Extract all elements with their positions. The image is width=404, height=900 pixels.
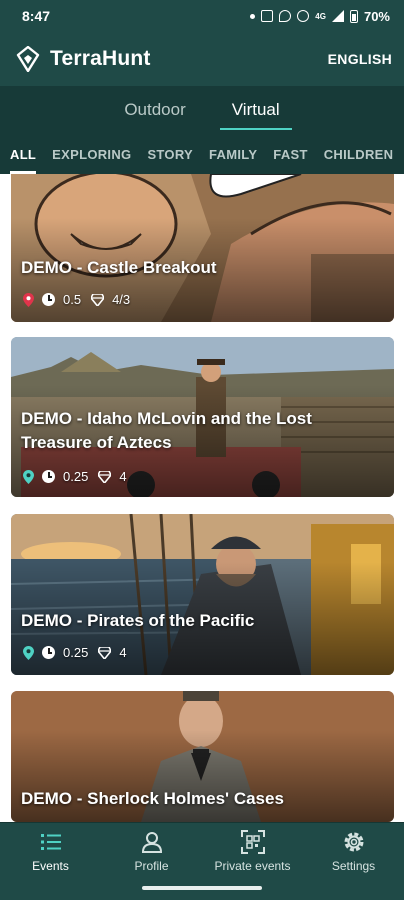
clock-icon — [42, 470, 55, 483]
tab-outdoor-label: Outdoor — [124, 100, 186, 119]
location-pin-icon — [23, 469, 34, 484]
gear-icon — [344, 832, 363, 851]
hotspot-icon — [297, 10, 310, 22]
bottom-navigation: Events Profile Private events Settings — [0, 822, 404, 878]
event-feed[interactable]: DEMO - Castle Breakout 0.5 4/3 DEMO - Id… — [0, 174, 404, 822]
category-tab-story[interactable]: STORY — [139, 134, 201, 174]
clock-icon — [42, 646, 55, 659]
tab-virtual[interactable]: Virtual — [219, 86, 292, 134]
qr-scan-icon — [240, 829, 265, 854]
event-gems: 4 — [119, 469, 127, 484]
event-card-pirates-pacific[interactable]: DEMO - Pirates of the Pacific 0.25 4 — [11, 514, 394, 675]
location-pin-icon — [23, 645, 34, 660]
nav-profile[interactable]: Profile — [101, 829, 202, 873]
event-meta: 0.25 4 — [23, 469, 129, 484]
battery-icon — [349, 9, 358, 23]
category-tab-exploring[interactable]: EXPLORING — [44, 134, 139, 174]
language-button[interactable]: ENGLISH — [328, 51, 392, 67]
category-tabs: ALL EXPLORING STORY FAMILY FAST CHILDREN — [0, 134, 404, 174]
nav-events[interactable]: Events — [0, 829, 101, 873]
profile-icon — [141, 831, 162, 853]
app-name: TerraHunt — [50, 47, 151, 70]
diamond-icon — [98, 646, 112, 659]
clock-icon — [42, 293, 55, 306]
brand: TerraHunt — [16, 46, 151, 72]
event-title: DEMO - Sherlock Holmes' Cases — [21, 789, 284, 808]
category-tab-children[interactable]: CHILDREN — [316, 134, 402, 174]
event-card-castle-breakout[interactable]: DEMO - Castle Breakout 0.5 4/3 — [11, 174, 394, 322]
location-pin-icon — [23, 292, 34, 307]
gesture-bar — [0, 878, 404, 900]
event-duration: 0.25 — [63, 469, 89, 484]
nav-events-label: Events — [32, 858, 69, 873]
event-title: DEMO - Castle Breakout — [21, 258, 217, 277]
nav-profile-label: Profile — [134, 858, 169, 873]
list-icon — [40, 833, 61, 850]
status-bar: 8:47 4G 70% — [0, 0, 404, 32]
event-duration: 0.25 — [63, 645, 89, 660]
nav-private-events[interactable]: Private events — [202, 829, 303, 873]
terrahunt-logo-icon — [16, 46, 40, 72]
notification-dot-icon — [250, 13, 256, 19]
diamond-icon — [98, 470, 112, 483]
event-card-sherlock-holmes[interactable]: DEMO - Sherlock Holmes' Cases — [11, 691, 394, 822]
event-duration: 0.5 — [63, 292, 82, 307]
home-gesture-handle[interactable] — [142, 886, 262, 890]
event-meta: 0.5 4/3 — [23, 292, 132, 307]
nfc-icon — [261, 10, 274, 22]
nav-private-events-label: Private events — [214, 858, 291, 873]
event-gems: 4 — [119, 645, 127, 660]
event-title: DEMO - Pirates of the Pacific — [21, 611, 255, 630]
category-tab-all[interactable]: ALL — [2, 134, 44, 174]
location-icon — [279, 10, 292, 22]
tab-outdoor[interactable]: Outdoor — [112, 86, 197, 134]
status-time: 8:47 — [22, 8, 51, 24]
network-type: 4G — [315, 11, 326, 21]
signal-icon — [331, 10, 344, 22]
app-header: TerraHunt ENGLISH — [0, 32, 404, 86]
mode-tabs: Outdoor Virtual — [0, 86, 404, 134]
event-title: DEMO - Idaho McLovin and the Lost Treasu… — [21, 409, 312, 452]
event-meta: 0.25 4 — [23, 645, 129, 660]
category-tab-fast[interactable]: FAST — [265, 134, 315, 174]
tab-virtual-label: Virtual — [231, 100, 280, 119]
diamond-icon — [91, 293, 105, 306]
event-card-idaho-mclovin[interactable]: DEMO - Idaho McLovin and the Lost Treasu… — [11, 337, 394, 497]
nav-settings[interactable]: Settings — [303, 829, 404, 873]
nav-settings-label: Settings — [331, 858, 376, 873]
category-tab-family[interactable]: FAMILY — [201, 134, 265, 174]
event-gems: 4/3 — [112, 292, 131, 307]
battery-percent: 70% — [363, 8, 390, 24]
